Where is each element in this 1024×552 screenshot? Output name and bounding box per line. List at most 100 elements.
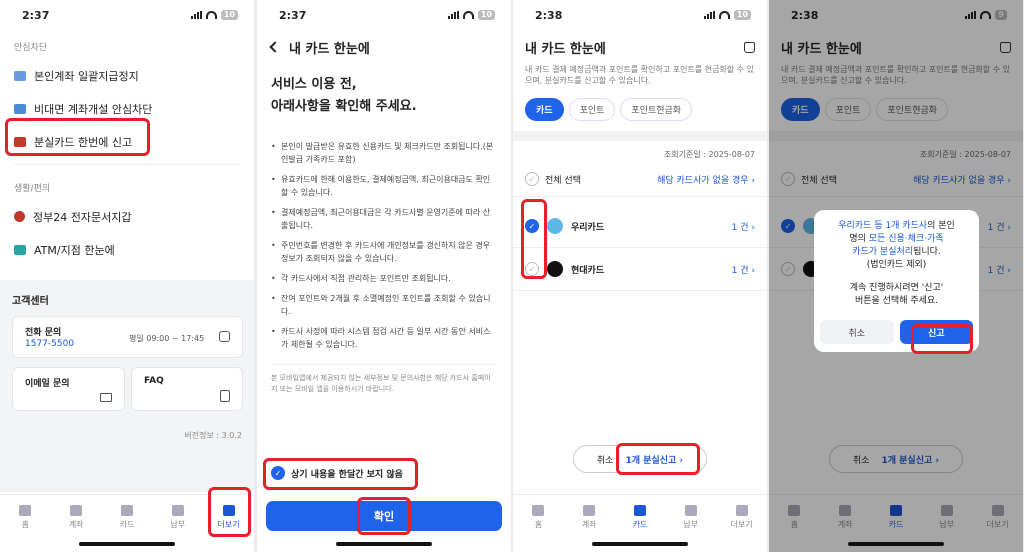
card-count-label: 1 건 [731, 265, 749, 276]
grid-icon [735, 505, 748, 516]
calendar-icon [684, 505, 697, 516]
check-icon[interactable]: ✓ [525, 262, 539, 276]
chip-point-cash[interactable]: 포인트현금화 [620, 98, 693, 121]
tab-label: 납부 [683, 520, 699, 529]
dialog-text: 의 본인 [927, 221, 955, 231]
tab-label: 계좌 [581, 520, 597, 529]
dialog-text: 카드가 분실처리 [852, 247, 914, 257]
page-title: 내 카드 한눈에 [525, 41, 606, 57]
woori-card-logo [547, 218, 563, 234]
check-icon[interactable]: ✓ [525, 219, 539, 233]
phone-number[interactable]: 1577-5500 [25, 339, 74, 349]
tab-home[interactable]: 홈 [5, 505, 45, 530]
checkbox-label: 상기 내용을 한달간 보지 않음 [291, 469, 403, 480]
dialog-text: 됩니다. [913, 247, 941, 257]
card-count-label: 1 건 [731, 222, 749, 233]
faq-title: FAQ [144, 376, 164, 386]
my-cards-screen: 2:38 10 내 카드 한눈에 내 카드 결제 예정금액과 포인트를 확인하고… [513, 0, 767, 552]
wallet-icon [70, 505, 83, 516]
tab-label: 홈 [534, 520, 543, 529]
atm-icon [14, 244, 26, 255]
home-indicator [79, 542, 175, 546]
card-icon [120, 505, 133, 516]
hide-month-checkbox[interactable]: ✓ 상기 내용을 한달간 보지 않음 [271, 466, 403, 480]
menu-item-payment-stop[interactable]: 본인계좌 일괄지급정지 [0, 59, 254, 92]
phone-inquiry-card[interactable]: 전화 문의 1577-5500 평일 09:00 ~ 17:45 [12, 316, 243, 358]
dialog-report-button[interactable]: 신고 [899, 320, 973, 344]
page-title: 내 카드 한눈에 [289, 41, 370, 57]
tab-payment[interactable]: 납부 [158, 505, 198, 530]
check-icon: ✓ [271, 466, 285, 480]
menu-item-label: 비대면 계좌개설 안심차단 [34, 102, 153, 116]
dialog-line: 우리카드 등 1개 카드사의 본인 [820, 220, 973, 233]
card-row-hyundai[interactable]: ✓ 현대카드 1 건 › [513, 248, 767, 291]
menu-item-account-block[interactable]: 비대면 계좌개설 안심차단 [0, 92, 254, 125]
bottom-tab-bar: 홈 계좌 카드 납부 더보기 [0, 494, 254, 534]
lost-report-button[interactable]: 1개 분실신고 › [625, 453, 683, 466]
confirm-button[interactable]: 확인 [266, 501, 502, 531]
tab-account[interactable]: 계좌 [569, 505, 609, 530]
check-icon: ✓ [525, 172, 539, 186]
home-icon [532, 505, 545, 516]
battery-icon: 10 [220, 10, 238, 20]
menu-item-lost-card-report[interactable]: 분실카드 한번에 신고 [0, 125, 254, 158]
cancel-button[interactable]: 취소 [597, 453, 614, 466]
menu-item-label: 본인계좌 일괄지급정지 [34, 69, 139, 83]
card-count[interactable]: 1 건 › [732, 220, 755, 233]
tab-home[interactable]: 홈 [518, 505, 558, 530]
card-count[interactable]: 1 건 › [732, 263, 755, 276]
dialog-cancel-button[interactable]: 취소 [820, 320, 894, 344]
more-menu-screen: 2:37 10 안심차단 본인계좌 일괄지급정지 비대면 계좌개설 안심차단 분… [0, 0, 254, 552]
divider [14, 164, 240, 165]
status-time: 2:37 [279, 8, 307, 22]
back-icon[interactable] [269, 41, 281, 53]
signal-icon [190, 11, 202, 19]
home-indicator [848, 542, 944, 546]
header: 내 카드 한눈에 [513, 30, 767, 64]
heading-line: 아래사항을 확인해 주세요. [271, 99, 417, 114]
card-company-name: 우리카드 [571, 222, 605, 233]
faq-card[interactable]: FAQ [131, 367, 243, 411]
tab-card[interactable]: 카드 [620, 505, 660, 530]
wifi-icon [718, 11, 730, 19]
flag-icon [14, 211, 25, 222]
calendar-icon [171, 505, 184, 516]
card-icon [633, 505, 646, 516]
home-icon[interactable] [744, 41, 755, 53]
card-company-name: 현대카드 [571, 265, 605, 276]
select-all-checkbox[interactable]: ✓ 전체 선택 [525, 172, 581, 186]
card-row-woori[interactable]: ✓ 우리카드 1 건 › [513, 205, 767, 248]
tab-chips: 카드 포인트 포인트현금화 [513, 86, 767, 121]
notice-item: 유효카드에 한해 이용한도, 결제예정금액, 최근이용대금도 확인할 수 있습니… [257, 173, 511, 206]
dialog-line: (법인카드 제외) [866, 260, 927, 270]
email-inquiry-card[interactable]: 이메일 문의 [12, 367, 125, 411]
query-date: 조회기준일 : 2025-08-07 [663, 150, 755, 159]
status-bar: 2:38 10 [513, 0, 767, 30]
phone-title: 전화 문의 [25, 328, 62, 338]
wallet-icon [583, 505, 596, 516]
fine-print: 본 모바일앱에서 제공되지 않는 세부정보 및 문의사항은 해당 카드사 홈페이… [271, 374, 491, 393]
lost-report-label: 1개 분실신고 [625, 455, 677, 466]
wifi-icon [462, 11, 474, 19]
tab-label: 카드 [632, 520, 648, 529]
tab-account[interactable]: 계좌 [56, 505, 96, 530]
chip-point[interactable]: 포인트 [568, 98, 616, 121]
tab-card[interactable]: 카드 [107, 505, 147, 530]
notice-list: 본인이 발급받은 유효한 신용카드 및 체크카드만 조회됩니다.(본인발급 가족… [257, 140, 511, 358]
dialog-text: 명의 [849, 234, 869, 244]
home-indicator [592, 542, 688, 546]
tab-payment[interactable]: 납부 [671, 505, 711, 530]
tab-label: 납부 [170, 520, 186, 529]
tab-label: 카드 [119, 520, 135, 529]
no-card-link[interactable]: 해당 카드사가 없을 경우 › [657, 173, 755, 186]
menu-item-gov24[interactable]: 정부24 전자문서지갑 [0, 200, 254, 233]
hyundai-card-logo [547, 261, 563, 277]
chip-card[interactable]: 카드 [525, 98, 564, 121]
select-all-row: ✓ 전체 선택 해당 카드사가 없을 경우 › [513, 168, 767, 197]
divider [271, 364, 497, 365]
heading-line: 서비스 이용 전, [271, 77, 357, 92]
tab-more[interactable]: 더보기 [722, 505, 762, 530]
no-card-label: 해당 카드사가 없을 경우 [657, 175, 749, 186]
tab-more[interactable]: 더보기 [209, 505, 249, 530]
menu-item-atm[interactable]: ATM/지점 한눈에 [0, 233, 254, 266]
